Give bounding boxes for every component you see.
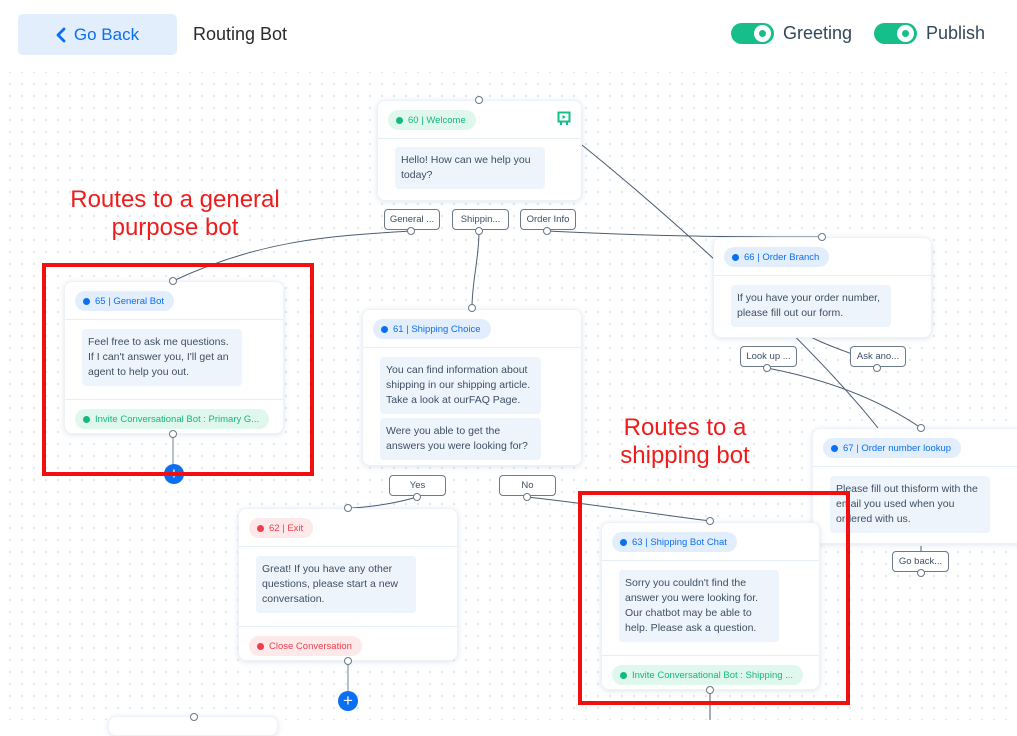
message-bubble: Were you able to get the answers you wer…: [380, 418, 541, 460]
node-66-order-branch[interactable]: 66 | Order Branch If you have your order…: [713, 237, 932, 338]
output-port[interactable]: [407, 227, 415, 235]
message-bubble: If you have your order number, please fi…: [731, 285, 891, 327]
output-port[interactable]: [475, 227, 483, 235]
output-port[interactable]: [873, 364, 881, 372]
go-back-label: Go Back: [73, 24, 140, 44]
input-port[interactable]: [169, 277, 177, 285]
annotation-shipping: Routes to a shipping bot: [620, 414, 750, 469]
output-port[interactable]: [917, 569, 925, 577]
output-port[interactable]: [413, 493, 421, 501]
greeting-toggle[interactable]: [731, 23, 774, 44]
input-port[interactable]: [468, 304, 476, 312]
output-port[interactable]: [763, 364, 771, 372]
publish-label: Publish: [926, 23, 986, 43]
top-bar: Go Back Routing Bot Greeting Publish: [0, 0, 1017, 72]
annotation-general: Routes to a general purpose bot: [70, 186, 280, 241]
node-60-welcome[interactable]: 60 | Welcome Hello! How can we help you …: [377, 100, 582, 201]
input-port[interactable]: [475, 96, 483, 104]
publish-toggle-group: Publish: [874, 23, 985, 44]
node-67-order-lookup[interactable]: 67 | Order number lookup Please fill out…: [812, 428, 1017, 544]
output-port[interactable]: [169, 430, 177, 438]
action-tag: Invite Conversational Bot : Primary G...: [75, 409, 270, 429]
preview-icon[interactable]: [557, 111, 571, 126]
add-step-button[interactable]: +: [338, 691, 358, 711]
message-bubble: Please fill out thisform with the email …: [830, 476, 990, 533]
output-port[interactable]: [344, 657, 352, 665]
node-62-exit[interactable]: 62 | Exit Great! If you have any other q…: [238, 508, 458, 661]
message-bubble: Feel free to ask me questions. If I can'…: [82, 329, 242, 386]
output-port[interactable]: [523, 493, 531, 501]
add-step-button[interactable]: +: [164, 464, 184, 484]
message-bubble: You can find information about shipping …: [380, 357, 541, 414]
publish-toggle[interactable]: [874, 23, 917, 44]
action-tag: Invite Conversational Bot : Shipping ...: [612, 665, 804, 685]
node-tag: 67 | Order number lookup: [823, 438, 962, 458]
chevron-left-icon: [56, 27, 66, 42]
output-port[interactable]: [706, 686, 714, 694]
node-tag: 65 | General Bot: [75, 291, 175, 311]
node-tag: 60 | Welcome: [388, 110, 476, 130]
greeting-toggle-group: Greeting: [731, 23, 852, 44]
message-bubble: Sorry you couldn't find the answer you w…: [619, 570, 779, 642]
input-port[interactable]: [706, 517, 714, 525]
output-port[interactable]: [543, 227, 551, 235]
input-port[interactable]: [818, 233, 826, 241]
node-65-general-bot[interactable]: 65 | General Bot Feel free to ask me que…: [64, 281, 284, 434]
page-title: Routing Bot: [193, 24, 288, 44]
message-bubble: Hello! How can we help you today?: [395, 147, 545, 189]
node-61-shipping-choice[interactable]: 61 | Shipping Choice You can find inform…: [362, 309, 582, 466]
node-tag: 62 | Exit: [249, 518, 314, 538]
action-tag: Close Conversation: [249, 636, 362, 656]
input-port[interactable]: [344, 504, 352, 512]
message-bubble: Great! If you have any other questions, …: [256, 556, 416, 613]
node-tag: 61 | Shipping Choice: [373, 319, 491, 339]
node-tag: 66 | Order Branch: [724, 247, 830, 267]
input-port[interactable]: [917, 424, 925, 432]
node-tag: 63 | Shipping Bot Chat: [612, 532, 737, 552]
go-back-button[interactable]: Go Back: [18, 14, 177, 55]
greeting-label: Greeting: [783, 23, 853, 43]
node-63-shipping-bot-chat[interactable]: 63 | Shipping Bot Chat Sorry you couldn'…: [601, 522, 820, 690]
